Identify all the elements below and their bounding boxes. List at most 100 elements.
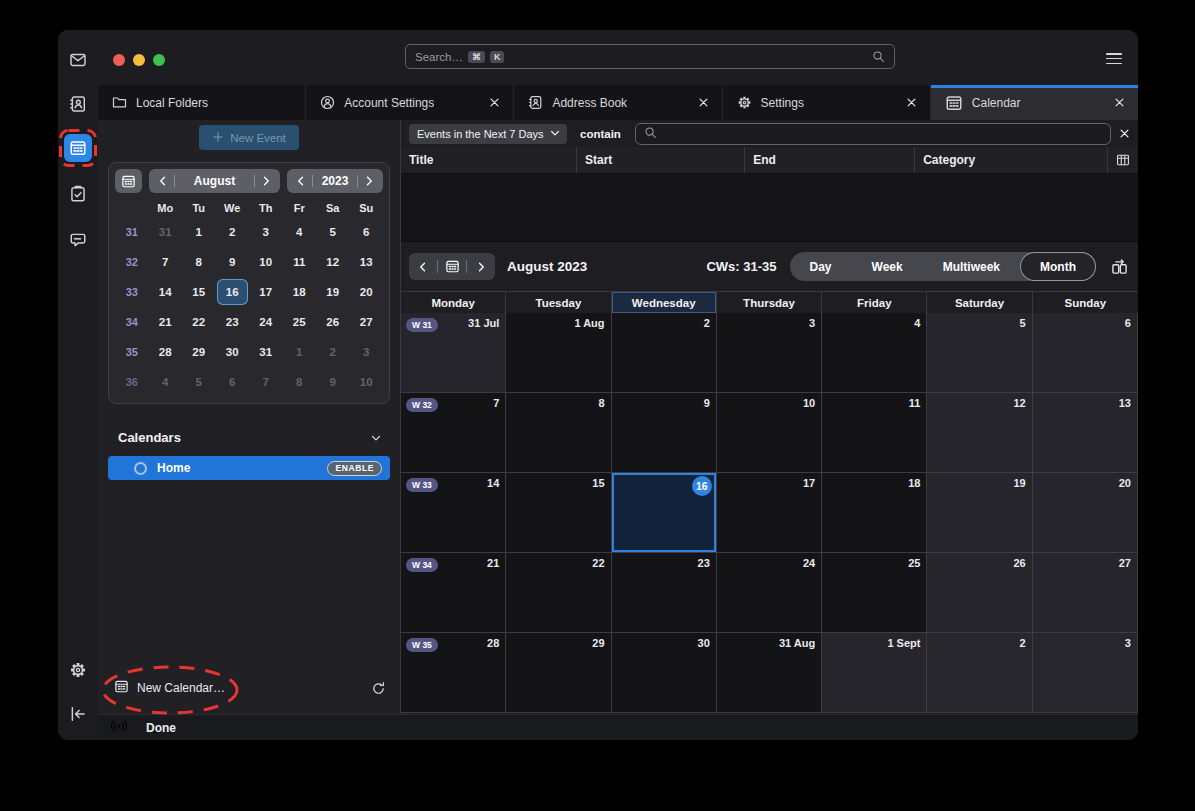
minical-day[interactable]: 1 [284,339,316,365]
month-day-cell[interactable]: 24 [717,553,822,633]
minical-day[interactable]: 12 [317,249,349,275]
event-column-start[interactable]: Start [577,147,745,173]
minical-day[interactable]: 4 [150,369,182,395]
month-day-cell[interactable]: 12 [927,393,1032,473]
minical-day[interactable]: 11 [284,249,316,275]
prev-period-button[interactable] [409,253,437,280]
sidebar-address-book-icon[interactable] [64,90,92,118]
minical-day[interactable]: 1 [183,219,215,245]
month-day-cell[interactable]: 18 [822,473,927,553]
minical-day[interactable]: 25 [284,309,316,335]
sidebar-mail-icon[interactable] [64,46,92,74]
rotate-view-icon[interactable] [1111,258,1128,275]
minical-day[interactable]: 31 [150,219,182,245]
close-tab-icon[interactable] [695,97,712,108]
month-day-cell[interactable]: 6 [1033,313,1138,393]
minical-day[interactable]: 24 [250,309,282,335]
minical-day[interactable]: 26 [317,309,349,335]
month-day-cell[interactable]: W 3528 [401,633,506,713]
minical-day[interactable]: 18 [284,279,316,305]
month-day-cell-selected[interactable]: 16 [612,473,717,553]
sidebar-tasks-icon[interactable] [64,180,92,208]
month-day-cell[interactable]: W 3131 Jul [401,313,506,393]
minical-day[interactable]: 8 [183,249,215,275]
tab-calendar[interactable]: Calendar [931,85,1138,120]
minical-day[interactable]: 8 [284,369,316,395]
next-month-button[interactable] [255,175,277,187]
sidebar-gear-icon[interactable] [64,656,92,684]
minical-day[interactable]: 6 [217,369,249,395]
minical-day[interactable]: 5 [183,369,215,395]
month-day-cell[interactable]: 3 [1033,633,1138,713]
minical-day[interactable]: 7 [150,249,182,275]
month-day-cell[interactable]: 30 [612,633,717,713]
month-day-cell[interactable]: W 3421 [401,553,506,633]
minical-day[interactable]: 30 [217,339,249,365]
close-tab-icon[interactable] [1111,97,1128,108]
minical-day[interactable]: 28 [150,339,182,365]
minical-day[interactable]: 20 [351,279,383,305]
minical-day[interactable]: 5 [317,219,349,245]
minical-day[interactable]: 14 [150,279,182,305]
tab-account-settings[interactable]: Account Settings [306,85,514,120]
minical-day[interactable]: 2 [217,219,249,245]
month-day-cell[interactable]: W 327 [401,393,506,473]
enable-badge[interactable]: ENABLE [327,461,382,476]
minical-day[interactable]: 23 [217,309,249,335]
event-filter-dropdown[interactable]: Events in the Next 7 Days [409,124,567,144]
minical-day[interactable]: 31 [250,339,282,365]
minical-day[interactable]: 9 [317,369,349,395]
minical-day[interactable]: 21 [150,309,182,335]
month-day-cell[interactable]: 31 Aug [717,633,822,713]
month-day-cell[interactable]: 9 [612,393,717,473]
minical-day[interactable]: 27 [351,309,383,335]
refresh-icon[interactable] [371,681,386,696]
month-day-cell[interactable]: 11 [822,393,927,473]
tab-address-book[interactable]: Address Book [514,85,722,120]
prev-month-button[interactable] [152,175,174,187]
minical-day[interactable]: 19 [317,279,349,305]
month-day-cell[interactable]: 1 Aug [506,313,611,393]
month-day-cell[interactable]: W 3314 [401,473,506,553]
event-column-category[interactable]: Category [915,147,1108,173]
close-tab-icon[interactable] [903,97,920,108]
app-menu-button[interactable] [1106,53,1122,64]
month-day-cell[interactable]: 3 [717,313,822,393]
minimize-window-button[interactable] [133,54,145,66]
today-button[interactable] [438,253,466,280]
sidebar-calendar-icon[interactable] [64,134,92,162]
view-mode-month[interactable]: Month [1020,252,1096,281]
month-day-cell[interactable]: 26 [927,553,1032,633]
month-day-cell[interactable]: 25 [822,553,927,633]
month-day-cell[interactable]: 20 [1033,473,1138,553]
view-mode-week[interactable]: Week [852,252,923,281]
minical-day-selected[interactable]: 16 [217,279,249,305]
event-search-input[interactable] [635,123,1111,145]
month-day-cell[interactable]: 1 Sept [822,633,927,713]
minical-day[interactable]: 3 [250,219,282,245]
calendar-list-item-home[interactable]: HomeENABLE [108,456,390,480]
month-day-cell[interactable]: 17 [717,473,822,553]
view-mode-multiweek[interactable]: Multiweek [923,252,1020,281]
event-column-end[interactable]: End [745,147,915,173]
month-day-cell[interactable]: 22 [506,553,611,633]
minical-day[interactable]: 2 [317,339,349,365]
minical-day[interactable]: 22 [183,309,215,335]
tab-local-folders[interactable]: Local Folders [98,85,306,120]
month-day-cell[interactable]: 5 [927,313,1032,393]
chevron-down-icon[interactable] [370,432,382,444]
minical-day[interactable]: 3 [351,339,383,365]
column-picker-icon[interactable] [1108,147,1138,173]
minical-day[interactable]: 9 [217,249,249,275]
month-day-cell[interactable]: 29 [506,633,611,713]
month-day-cell[interactable]: 4 [822,313,927,393]
close-window-button[interactable] [113,54,125,66]
month-day-cell[interactable]: 13 [1033,393,1138,473]
minical-day[interactable]: 13 [351,249,383,275]
next-year-button[interactable] [358,175,380,187]
minical-day[interactable]: 15 [183,279,215,305]
minical-day[interactable]: 29 [183,339,215,365]
close-filter-icon[interactable] [1119,128,1130,139]
minical-day[interactable]: 4 [284,219,316,245]
prev-year-button[interactable] [290,175,312,187]
